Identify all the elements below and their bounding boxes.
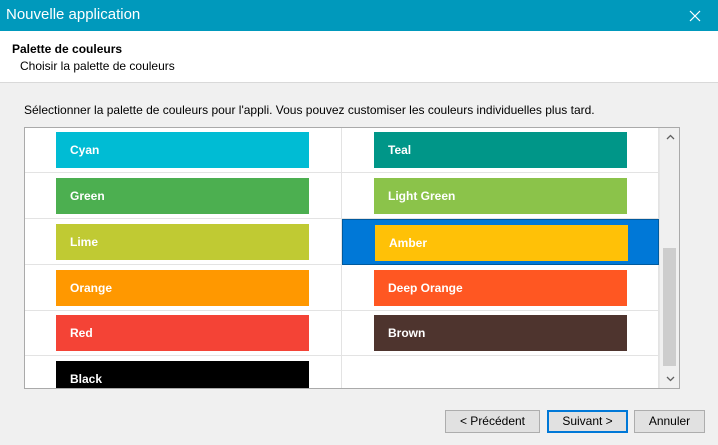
- page-subtitle: Choisir la palette de couleurs: [20, 59, 175, 73]
- palette-cell[interactable]: Lime: [25, 219, 342, 265]
- palette-cell[interactable]: Deep Orange: [342, 265, 659, 311]
- wizard-header: Palette de couleurs Choisir la palette d…: [0, 31, 718, 83]
- palette-swatch: Teal: [374, 132, 627, 168]
- page-title: Palette de couleurs: [12, 42, 123, 56]
- vertical-scrollbar[interactable]: [659, 128, 679, 388]
- cancel-button[interactable]: Annuler: [634, 410, 705, 433]
- instructions-text: Sélectionner la palette de couleurs pour…: [24, 103, 595, 117]
- palette-swatch: Deep Orange: [374, 270, 627, 306]
- palette-swatch: Cyan: [56, 132, 309, 168]
- palette-cell[interactable]: Brown: [342, 310, 659, 356]
- palette-swatch: Green: [56, 178, 309, 214]
- palette-swatch: Orange: [56, 270, 309, 306]
- close-icon: [689, 10, 701, 21]
- title-bar: Nouvelle application: [0, 0, 718, 31]
- window-title: Nouvelle application: [6, 6, 141, 23]
- palette-swatch: Black: [56, 361, 309, 388]
- palette-cell[interactable]: Amber: [342, 219, 659, 265]
- palette-cell[interactable]: Black: [25, 356, 342, 388]
- palette-cell[interactable]: Teal: [342, 128, 659, 173]
- palette-cell[interactable]: Light Green: [342, 173, 659, 219]
- palette-cell[interactable]: Orange: [25, 265, 342, 311]
- palette-row: Green Light Green: [25, 173, 659, 219]
- palette-row: Black: [25, 356, 659, 388]
- scrollbar-thumb[interactable]: [663, 248, 676, 366]
- palette-list[interactable]: Cyan Teal Green Light Green Lime Amber O…: [24, 127, 680, 389]
- palette-swatch: Brown: [374, 315, 627, 351]
- palette-row: Red Brown: [25, 310, 659, 356]
- palette-swatch: Red: [56, 315, 309, 351]
- palette-swatch: Amber: [375, 225, 628, 261]
- scroll-down-button[interactable]: [660, 370, 679, 388]
- scroll-up-button[interactable]: [660, 128, 679, 146]
- palette-swatch: Lime: [56, 224, 309, 260]
- close-button[interactable]: [672, 0, 718, 31]
- palette-cell[interactable]: Cyan: [25, 128, 342, 173]
- palette-cell[interactable]: Green: [25, 173, 342, 219]
- palette-row: Orange Deep Orange: [25, 265, 659, 311]
- palette-row: Cyan Teal: [25, 128, 659, 173]
- previous-button[interactable]: < Précédent: [445, 410, 540, 433]
- palette-cell-empty: [342, 356, 659, 388]
- next-button[interactable]: Suivant >: [547, 410, 628, 433]
- palette-cell[interactable]: Red: [25, 310, 342, 356]
- palette-swatch: Light Green: [374, 178, 627, 214]
- chevron-up-icon: [666, 134, 674, 140]
- chevron-down-icon: [666, 376, 674, 382]
- palette-row: Lime Amber: [25, 219, 659, 265]
